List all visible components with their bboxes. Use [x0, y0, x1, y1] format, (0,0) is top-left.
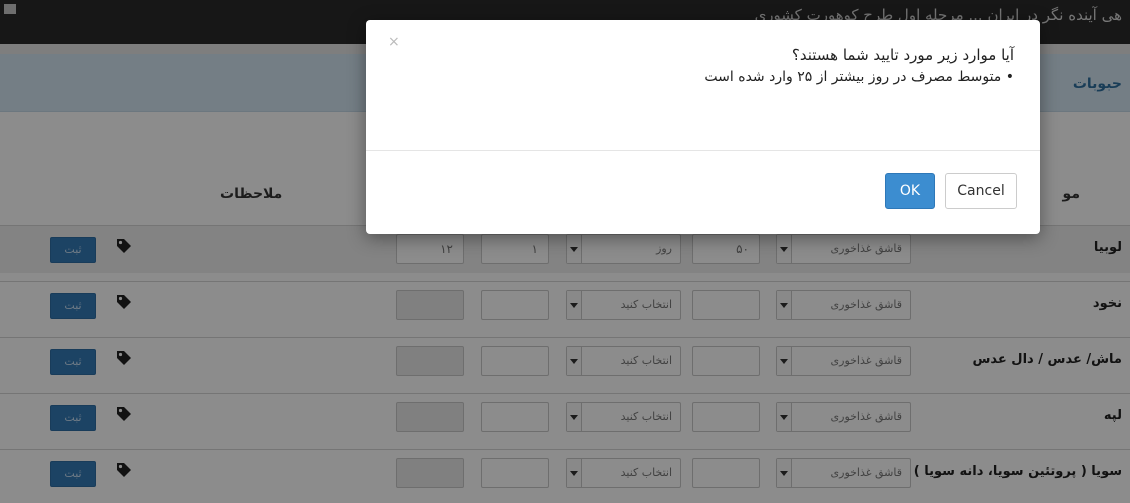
dialog-message: آیا موارد زیر مورد تایید شما هستند؟ • مت…	[704, 44, 1014, 88]
ok-button[interactable]: OK	[885, 173, 935, 209]
confirm-dialog: × آیا موارد زیر مورد تایید شما هستند؟ • …	[366, 20, 1040, 234]
close-icon[interactable]: ×	[388, 34, 400, 50]
dialog-question: آیا موارد زیر مورد تایید شما هستند؟	[791, 46, 1014, 64]
cancel-button[interactable]: Cancel	[945, 173, 1017, 209]
dialog-divider	[366, 150, 1040, 151]
dialog-bullet: • متوسط مصرف در روز بیشتر از ۲۵ وارد شده…	[704, 69, 1014, 85]
